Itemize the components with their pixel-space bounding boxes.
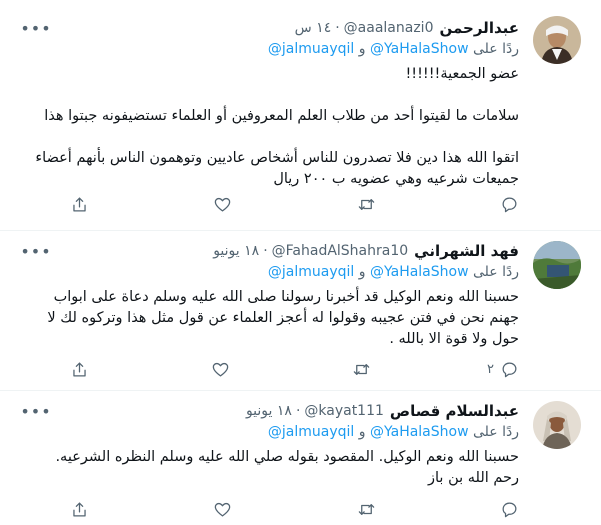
avatar-image [533,16,581,64]
heart-icon [212,362,229,376]
mention-link[interactable]: @YaHalaShow [370,41,469,57]
share-upload-icon [73,362,86,376]
tweet-line: جهنم نحن في فتن عجيبه وقولوا له أعجز الع… [47,310,519,326]
more-options-icon[interactable]: ••• [20,18,50,38]
mention-link[interactable]: @jalmuayqil [268,424,354,440]
tweet-actions: ٢ [70,357,519,381]
retweet-button[interactable] [351,497,376,521]
timestamp[interactable]: ١٤ س [295,20,332,36]
share-button[interactable] [70,192,89,216]
tweet-line: حسبنا الله ونعم الوكيل. المقصود بقوله صل… [55,449,519,465]
reply-bubble-icon [502,197,517,212]
author-name[interactable]: فهد الشهراني [414,242,519,260]
tweet-line: جميعات شرعيه وهي عضويه ب ٢٠٠ ريال [273,171,519,187]
tweet-line: عضو الجمعية!!!!!! [405,66,519,82]
reply-conjunction: و [358,41,366,57]
share-button[interactable] [70,497,89,521]
tweet-line: رحم الله بن باز [428,470,519,486]
tweet-header: عبدالرحمن @aaalanazi0 · ١٤ س [10,17,519,39]
reply-count: ٢ [487,361,494,377]
reply-button[interactable]: ٢ [487,357,519,381]
reply-prefix: ردًا على [473,41,519,57]
tweet-line: سلامات ما لقيتوا أحد من طلاب العلم المعر… [44,108,519,124]
heart-icon [215,197,231,211]
heart-icon [215,502,231,516]
retweet-button[interactable] [346,357,371,381]
tweet-text: عضو الجمعية!!!!!! سلامات ما لقيتوا أحد م… [24,64,519,190]
separator-dot: · [295,403,301,419]
tweet-actions [70,192,519,216]
tweet-line: حول ولا قوة الا بالله . [389,331,519,347]
more-options-icon[interactable]: ••• [20,241,50,261]
mention-link[interactable]: @jalmuayqil [268,264,354,280]
tweet-header: فهد الشهراني @FahadAlShahra10 · ١٨ يونيو [10,240,519,262]
like-button[interactable] [207,192,232,216]
author-handle[interactable]: @aaalanazi0 [344,20,434,36]
tweet-text: حسبنا الله ونعم الوكيل. المقصود بقوله صل… [24,447,519,489]
reply-bubble-icon [502,502,517,517]
tweet-actions [70,497,519,521]
share-upload-icon [73,197,86,211]
replying-to: ردًا على @YaHalaShow و @jalmuayqil [268,264,519,280]
avatar-image [533,401,581,449]
avatar[interactable] [533,401,581,449]
tweet[interactable]: فهد الشهراني @FahadAlShahra10 · ١٨ يونيو… [0,231,601,390]
avatar-image [533,241,581,289]
reply-prefix: ردًا على [473,424,519,440]
reply-prefix: ردًا على [473,264,519,280]
replying-to: ردًا على @YaHalaShow و @jalmuayqil [268,424,519,440]
timestamp[interactable]: ١٨ يونيو [213,243,259,259]
retweet-icon [358,198,374,210]
separator-dot: · [335,20,340,36]
tweet[interactable]: عبدالسلام قصاص @kayat111 · ١٨ يونيو ••• … [0,391,601,525]
share-upload-icon [73,502,86,516]
tweet-header: عبدالسلام قصاص @kayat111 · ١٨ يونيو [10,400,519,422]
reply-conjunction: و [358,424,366,440]
author-handle[interactable]: @kayat111 [304,403,384,419]
replying-to: ردًا على @YaHalaShow و @jalmuayqil [268,41,519,57]
tweet-line: اتقوا الله هذا دين فلا تصدرون للناس أشخا… [35,150,519,166]
reply-conjunction: و [358,264,366,280]
share-button[interactable] [70,357,89,381]
retweet-icon [358,503,374,515]
tweet-line: حسبنا الله ونعم الوكيل قد أخبرنا رسولنا … [53,289,519,305]
separator-dot: · [263,243,268,259]
reply-button[interactable] [494,192,519,216]
tweet-text: حسبنا الله ونعم الوكيل قد أخبرنا رسولنا … [24,287,519,350]
mention-link[interactable]: @YaHalaShow [370,424,469,440]
avatar[interactable] [533,16,581,64]
mention-link[interactable]: @jalmuayqil [268,41,354,57]
mention-link[interactable]: @YaHalaShow [370,264,469,280]
reply-button[interactable] [494,497,519,521]
like-button[interactable] [205,357,230,381]
retweet-button[interactable] [351,192,376,216]
timestamp[interactable]: ١٨ يونيو [246,403,292,419]
tweet[interactable]: عبدالرحمن @aaalanazi0 · ١٤ س ••• ردًا عل… [0,0,601,230]
like-button[interactable] [207,497,232,521]
author-name[interactable]: عبدالرحمن [439,19,519,37]
avatar[interactable] [533,241,581,289]
retweet-icon [353,363,370,375]
more-options-icon[interactable]: ••• [20,401,50,421]
reply-bubble-icon [502,362,517,377]
author-name[interactable]: عبدالسلام قصاص [390,402,519,420]
author-handle[interactable]: @FahadAlShahra10 [272,243,409,259]
